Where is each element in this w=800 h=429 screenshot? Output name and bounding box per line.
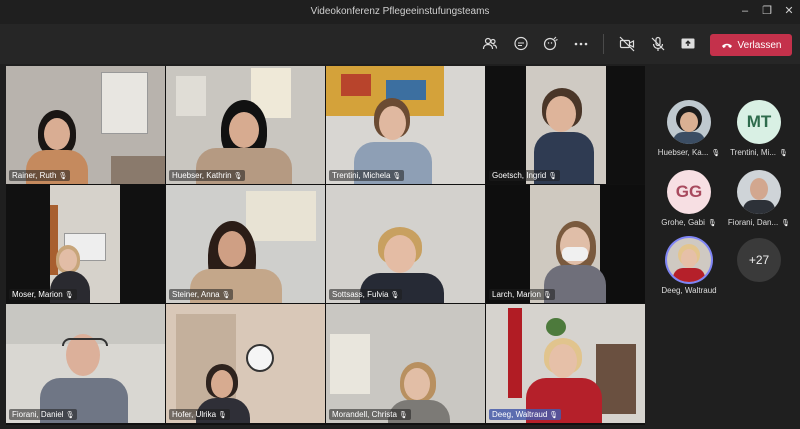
- close-button[interactable]: ✕: [782, 4, 796, 18]
- attendee-deeg[interactable]: Deeg, Waltraud: [654, 238, 724, 295]
- attendee-grohe[interactable]: GG Grohe, Gabi 🎙: [654, 170, 724, 227]
- mic-off-icon: 🎙: [218, 411, 227, 419]
- attendee-name: Fiorani, Dan...: [727, 218, 779, 227]
- mic-off-icon: 🎙: [64, 291, 74, 299]
- chat-icon[interactable]: [509, 33, 533, 55]
- avatar: MT: [737, 100, 781, 144]
- participant-name: Morandell, Christa 🎙: [329, 409, 411, 420]
- attendee-huebser[interactable]: Huebser, Ka... 🎙: [654, 100, 724, 157]
- avatar: GG: [667, 170, 711, 214]
- participants-icon[interactable]: [478, 33, 502, 55]
- video-tile[interactable]: Moser, Marion 🎙: [6, 185, 165, 303]
- attendee-name: Grohe, Gabi: [661, 218, 705, 227]
- video-tile[interactable]: Larch, Marion 🎙: [486, 185, 645, 303]
- more-attendees-button[interactable]: +27: [724, 238, 794, 282]
- participant-name: Sottsass, Fulvia 🎙: [329, 289, 403, 300]
- mic-off-icon[interactable]: [646, 33, 670, 55]
- participant-name: Huebser, Kathrin 🎙: [169, 170, 246, 181]
- participant-name: Larch, Marion 🎙: [489, 289, 555, 300]
- toolbar-divider: [603, 34, 604, 54]
- participant-name: Hofer, Ulrika 🎙: [169, 409, 230, 420]
- avatar: [667, 100, 711, 144]
- mic-off-icon: 🎙: [65, 411, 75, 419]
- maximize-button[interactable]: ❐: [760, 4, 774, 18]
- attendee-name: Trentini, Mi...: [730, 148, 777, 157]
- attendee-name: Huebser, Ka...: [657, 148, 709, 157]
- window-title: Videokonferenz Pflegeeinstufungsteams: [310, 6, 490, 17]
- video-tile[interactable]: Deeg, Waltraud 🎙: [486, 304, 645, 423]
- video-tile[interactable]: Rainer, Ruth 🎙: [6, 66, 165, 184]
- avatar: [667, 238, 711, 282]
- mic-off-icon: 🎙: [392, 172, 402, 180]
- mic-off-icon: 🎙: [398, 411, 408, 419]
- video-tile[interactable]: Steiner, Anna 🎙: [166, 185, 325, 303]
- title-bar: Videokonferenz Pflegeeinstufungsteams – …: [0, 0, 800, 24]
- attendee-name: Deeg, Waltraud: [661, 286, 717, 295]
- meeting-toolbar: Verlassen: [0, 24, 800, 64]
- participant-name: Steiner, Anna 🎙: [169, 289, 234, 300]
- participant-name: Fiorani, Daniel 🎙: [9, 409, 78, 420]
- participant-name: Rainer, Ruth 🎙: [9, 170, 71, 181]
- mic-off-icon: 🎙: [781, 219, 791, 227]
- avatar: [737, 170, 781, 214]
- mic-off-icon: 🎙: [711, 149, 721, 157]
- more-options-icon[interactable]: [569, 33, 593, 55]
- attendee-panel: Huebser, Ka... 🎙 MT Trentini, Mi... 🎙 GG G…: [648, 66, 800, 429]
- mic-off-icon: 🎙: [707, 219, 717, 227]
- video-tile[interactable]: Huebser, Kathrin 🎙: [166, 66, 325, 184]
- mic-off-icon: 🎙: [390, 291, 400, 299]
- video-tile[interactable]: Sottsass, Fulvia 🎙: [326, 185, 485, 303]
- video-grid: Rainer, Ruth 🎙 Huebser, Kathrin 🎙 Trentini…: [6, 66, 645, 425]
- attendee-trentini[interactable]: MT Trentini, Mi... 🎙: [724, 100, 794, 157]
- mic-off-icon: 🎙: [779, 149, 788, 157]
- participant-name: Moser, Marion 🎙: [9, 289, 77, 300]
- mic-off-icon: 🎙: [542, 291, 552, 299]
- mic-icon: 🎙: [58, 172, 68, 180]
- participant-name: Goetsch, Ingrid 🎙: [489, 170, 561, 181]
- video-tile[interactable]: Fiorani, Daniel 🎙: [6, 304, 165, 423]
- participant-name: Deeg, Waltraud 🎙: [489, 409, 562, 420]
- mic-off-icon: 🎙: [548, 172, 558, 180]
- minimize-button[interactable]: –: [738, 4, 752, 18]
- phone-hangup-icon: [721, 43, 732, 48]
- video-tile[interactable]: Hofer, Ulrika 🎙: [166, 304, 325, 423]
- mic-off-icon: 🎙: [549, 411, 559, 419]
- leave-label: Verlassen: [737, 39, 782, 51]
- more-count: +27: [737, 238, 781, 282]
- mic-off-icon: 🎙: [233, 172, 243, 180]
- video-tile[interactable]: Trentini, Michela 🎙: [326, 66, 485, 184]
- leave-button[interactable]: Verlassen: [710, 34, 792, 56]
- participant-name: Trentini, Michela 🎙: [329, 170, 405, 181]
- camera-off-icon[interactable]: [615, 33, 639, 55]
- mic-off-icon: 🎙: [221, 291, 231, 299]
- attendee-fiorani[interactable]: Fiorani, Dan... 🎙: [724, 170, 794, 227]
- video-tile[interactable]: Goetsch, Ingrid 🎙: [486, 66, 645, 184]
- reactions-icon[interactable]: [539, 33, 563, 55]
- share-screen-icon[interactable]: [676, 33, 700, 55]
- video-tile[interactable]: Morandell, Christa 🎙: [326, 304, 485, 423]
